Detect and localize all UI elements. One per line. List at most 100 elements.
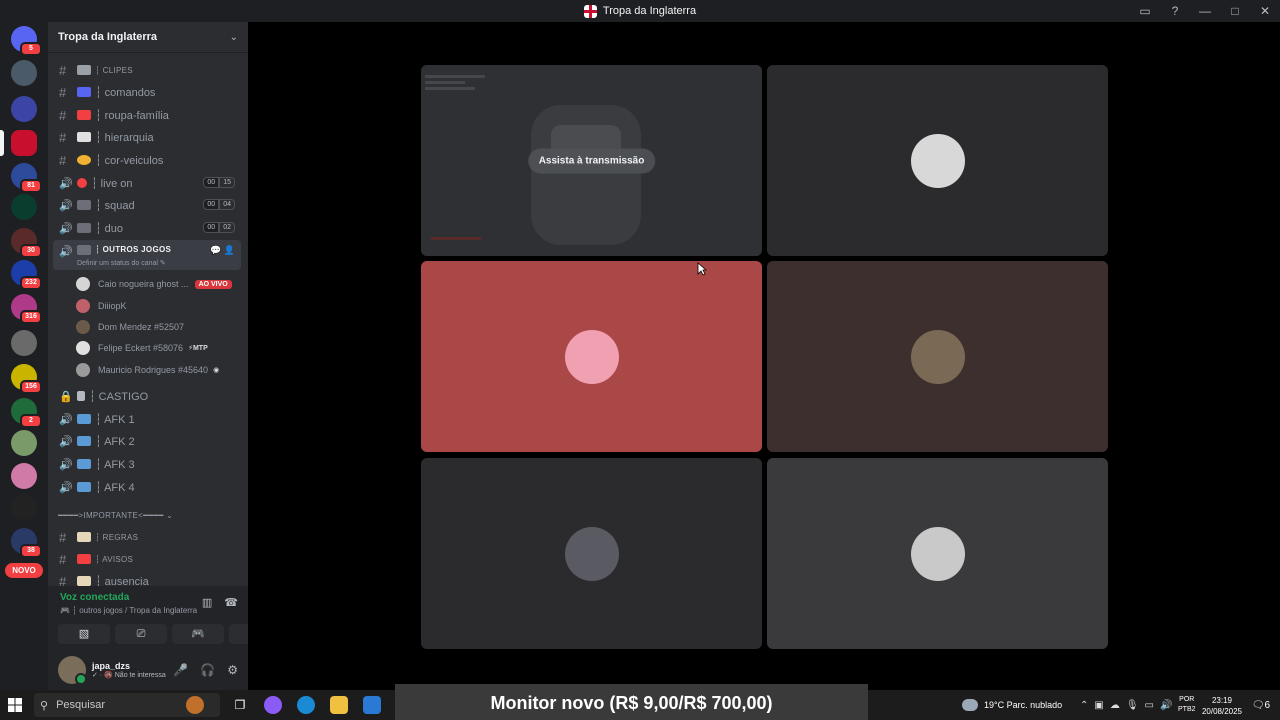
channel-roupa-familia[interactable]: # ┆ roupa-família [53,104,241,126]
inbox-icon[interactable]: ▭ [1130,4,1160,18]
server-icon[interactable] [11,60,37,86]
channel-afk-1[interactable]: 🔊 ┆ AFK 1 [53,408,241,430]
voice-member[interactable]: Dom Mendez #52507 [76,317,236,337]
server-icon[interactable]: 38 [11,528,42,558]
task-view-icon[interactable]: ❐ [231,696,249,714]
server-icon[interactable] [11,494,37,520]
channel-squad[interactable]: 🔊 ┆ squad 00 04 [53,194,241,216]
voice-member[interactable]: DiiiopK [76,296,236,316]
stream-tile[interactable]: Assista à transmissão [421,65,762,256]
new-label[interactable]: NOVO [5,563,43,578]
channel-emoji-icon [77,554,91,564]
channel-hierarquia[interactable]: # ┆ hierarquia [53,126,241,148]
activities-button[interactable]: 🎮 [172,624,224,644]
server-icon[interactable]: 2 [11,398,42,428]
system-tray-icons: ⌃ ▣ ☁ 🎙 ▭ 🔊 [1080,690,1172,720]
text-channel-icon: # [59,529,67,545]
channel-afk-3[interactable]: 🔊 ┆ AFK 3 [53,453,241,475]
channel-status-hint[interactable]: Definir um status do canal ✎ [77,259,166,267]
minimize-button[interactable]: — [1190,4,1220,18]
copilot-icon[interactable] [264,696,282,714]
gear-icon[interactable]: ⚙ [227,663,238,677]
help-icon[interactable]: ? [1160,4,1190,18]
chevron-up-icon[interactable]: ⌃ [1080,700,1088,711]
share-screen-button[interactable]: ⎚ [115,624,167,644]
participant-tile[interactable] [421,458,762,649]
server-tropa-da-inglaterra[interactable] [11,130,37,156]
direct-messages-icon[interactable]: 5 [11,26,42,56]
microphone-icon[interactable]: 🎙 [1126,700,1139,711]
notification-icon: 🗨 [1251,699,1265,711]
channel-live-on[interactable]: 🔊 ┆ live on 00 15 [53,172,241,194]
server-icon[interactable]: 30 [11,228,42,258]
windows-start-icon[interactable] [8,698,22,712]
avatar [76,363,90,377]
participant-tile[interactable] [767,458,1108,649]
channel-label: ┆ comandos [95,86,156,99]
disconnect-icon[interactable]: ☎ [224,596,238,609]
channel-label: ┆ squad [95,199,135,212]
edge-icon[interactable] [297,696,315,714]
video-caption-overlay: Monitor novo (R$ 9,00/R$ 700,00) [395,684,868,720]
server-icon[interactable]: 81 [11,163,42,193]
search-highlight-icon[interactable] [186,696,204,714]
weather-widget[interactable]: 19°C Parc. nublado [962,690,1062,720]
channel-comandos[interactable]: # ┆ comandos [53,81,241,103]
channel-afk-2[interactable]: 🔊 ┆ AFK 2 [53,430,241,452]
participant-tile[interactable] [767,65,1108,256]
avatar [58,656,87,685]
text-channel-icon: # [59,551,67,567]
user-panel[interactable]: japa_dzs ✓ · 🚳 Não te interessa [58,656,166,685]
server-icon[interactable]: 156 [11,364,42,394]
channel-outros-jogos[interactable]: 🔊 ┆ outros jogos Definir um status do ca… [53,240,241,270]
taskbar-clock[interactable]: 23:19 20/08/2025 [1202,695,1242,717]
voice-member[interactable]: Mauricio Rodrigues #45640 ◉ [76,360,236,380]
server-folder-icon[interactable]: 316 [11,294,42,324]
voice-member[interactable]: Caio nogueira ghost ... AO VIVO [76,274,236,294]
channel-emoji-icon [77,436,91,446]
notification-center[interactable]: 🗨 6 [1252,690,1270,720]
participant-avatar [910,133,965,188]
file-explorer-icon[interactable] [330,696,348,714]
unread-badge: 316 [20,310,42,324]
channel-duo[interactable]: 🔊 ┆ duo 00 02 [53,217,241,239]
channel-emoji-icon [77,65,91,75]
watch-stream-button[interactable]: Assista à transmissão [527,148,656,173]
store-icon[interactable] [363,696,381,714]
participant-tile[interactable] [767,261,1108,452]
microphone-icon[interactable]: 🎤 [173,663,188,677]
server-icon[interactable] [11,194,37,220]
voice-panel-icons: ▥ ☎ [202,596,238,609]
server-icon[interactable] [11,430,37,456]
tray-app-icon[interactable]: ☁ [1110,700,1120,711]
voice-channel-icon: 🔊 [59,458,73,471]
channel-castigo[interactable]: 🔒 ┆ CASTIGO [53,385,241,407]
channel-regras[interactable]: # ┆ regras [53,526,241,548]
channel-afk-4[interactable]: 🔊 ┆ AFK 4 [53,476,241,498]
close-button[interactable]: ✕ [1250,4,1280,18]
channel-cor-veiculos[interactable]: # ┆ cor-veiculos [53,149,241,171]
headphones-icon[interactable]: 🎧 [200,663,215,677]
camera-off-button[interactable]: ▧ [58,624,110,644]
server-icon[interactable]: 232 [11,260,42,290]
input-language[interactable]: POR PTB2 [1178,690,1196,720]
channel-emoji-icon [77,87,91,97]
participant-tile[interactable] [421,261,762,452]
category-important[interactable]: ━━━━>IMPORTANTE<━━━━ ⌄ [58,511,173,520]
channel-actions-icon[interactable]: 💬 👤 [210,245,235,256]
tray-app-icon[interactable]: ▣ [1094,700,1103,711]
server-folder-icon[interactable] [11,96,37,122]
noise-suppression-icon[interactable]: ▥ [202,596,212,609]
server-icon[interactable] [11,463,37,489]
server-folder-icon[interactable] [11,330,37,356]
volume-icon[interactable]: 🔊 [1160,700,1172,711]
voice-panel: Voz conectada 🎮 ┆ outros jogos / Tropa d… [48,586,281,690]
guild-header[interactable]: Tropa da Inglaterra ⌄ [48,22,248,53]
network-icon[interactable]: ▭ [1145,700,1154,711]
channel-clipes[interactable]: # ┆ clipes [53,59,241,81]
voice-member[interactable]: Felipe Eckert #58076 ⚡MTP [76,338,236,358]
voice-location[interactable]: 🎮 ┆ outros jogos / Tropa da Inglaterra [60,606,197,615]
maximize-button[interactable]: □ [1220,4,1250,18]
channel-avisos[interactable]: # ┆ avisos [53,548,241,570]
language-code: POR [1179,696,1195,703]
